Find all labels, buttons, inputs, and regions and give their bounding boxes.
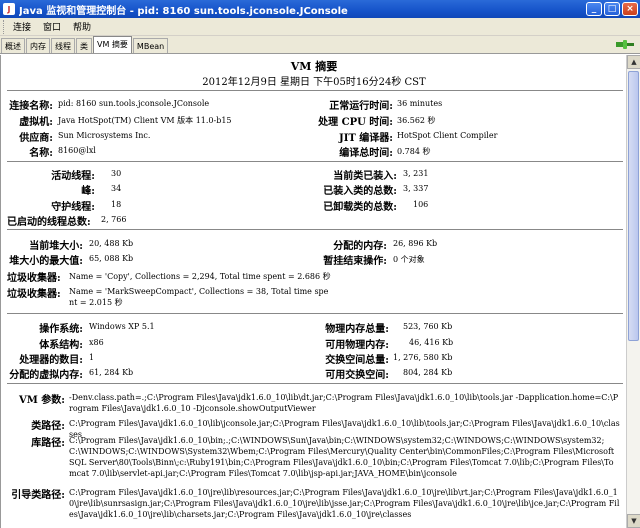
swap-total-label: 交换空间总量: (325, 355, 389, 366)
os-label: 操作系统: (39, 324, 83, 335)
summary-datetime: 2012年12月9日 星期日 下午05时16分24秒 CST (202, 77, 426, 88)
heap-max-value: 65, 088 Kb (89, 254, 134, 263)
close-button[interactable]: × (622, 2, 638, 16)
compile-time-value: 0.784 秒 (397, 147, 431, 156)
pending-finalization-value: 0 个对象 (393, 255, 425, 264)
uptime-value: 36 minutes (397, 99, 443, 108)
unloaded-value: 106 (413, 200, 429, 209)
processors-label: 处理器的数目: (19, 355, 83, 366)
menu-connection[interactable]: 连接 (7, 20, 37, 33)
uptime-label: 正常运行时间: (329, 101, 393, 112)
vm-label: 虚拟机: (19, 117, 53, 128)
gc1-value: Name = 'Copy', Collections = 2,294, Tota… (69, 272, 331, 281)
vertical-scrollbar[interactable]: ▲ ▼ (626, 55, 640, 528)
divider (7, 313, 623, 314)
total-loaded-value: 3, 337 (403, 184, 429, 193)
loaded-classes-value: 3, 231 (403, 169, 429, 178)
architecture-value: x86 (89, 338, 104, 347)
divider (7, 383, 623, 384)
classpath-label: 类路径: (31, 421, 65, 432)
pending-finalization-label: 暂挂结束操作: (323, 256, 387, 267)
tab-mbean[interactable]: MBean (132, 38, 169, 53)
peak-label: 峰: (81, 186, 95, 197)
swap-free-value: 804, 284 Kb (403, 368, 453, 377)
menu-bar: 连接 窗口 帮助 (0, 18, 640, 36)
library-path-value: C:\Program Files\Java\jdk1.6.0_10\bin;.;… (69, 436, 615, 478)
name-label: 名称: (29, 148, 53, 159)
scroll-thumb[interactable] (628, 71, 639, 341)
boot-classpath-value: C:\Program Files\Java\jdk1.6.0_10\jre\li… (69, 488, 620, 519)
live-threads-label: 活动线程: (51, 171, 95, 182)
gc2-label: 垃圾收集器: (7, 289, 61, 300)
connection-name-value: pid: 8160 sun.tools.jconsole.JConsole (58, 99, 210, 108)
unloaded-label: 已卸载类的总数: (323, 202, 397, 213)
summary-title: VM 摘要 (290, 60, 338, 73)
virtual-memory-value: 61, 284 Kb (89, 368, 134, 377)
menu-window[interactable]: 窗口 (37, 20, 67, 33)
physical-total-label: 物理内存总量: (325, 324, 389, 335)
tab-threads[interactable]: 线程 (51, 38, 75, 53)
swap-total-value: 1, 276, 580 Kb (393, 353, 453, 362)
total-started-label: 已启动的线程总数: (7, 217, 91, 228)
daemon-threads-value: 18 (111, 200, 122, 209)
vendor-value: Sun Microsystems Inc. (58, 131, 151, 140)
virtual-memory-label: 分配的虚拟内存: (9, 370, 83, 381)
connection-status-icon[interactable] (616, 39, 634, 50)
tab-vm-summary[interactable]: VM 摘要 (93, 36, 132, 53)
java-icon: J (3, 3, 15, 15)
gc2-value: Name = 'MarkSweepCompact', Collections =… (69, 287, 329, 307)
physical-free-value: 46, 416 Kb (409, 338, 454, 347)
minimize-button[interactable]: _ (586, 2, 602, 16)
physical-total-value: 523, 760 Kb (403, 322, 453, 331)
live-threads-value: 30 (111, 169, 122, 178)
processors-value: 1 (89, 353, 95, 362)
divider (7, 90, 623, 91)
cpu-time-value: 36.562 秒 (397, 116, 436, 125)
swap-free-label: 可用交换空间: (325, 370, 389, 381)
os-value: Windows XP 5.1 (89, 322, 155, 331)
name-value: 8160@lxl (58, 146, 96, 155)
peak-value: 34 (111, 184, 122, 193)
vm-value: Java HotSpot(TM) Client VM 版本 11.0-b15 (58, 116, 232, 125)
vendor-label: 供应商: (19, 133, 53, 144)
cpu-time-label: 处理 CPU 时间: (318, 117, 393, 128)
menu-help[interactable]: 帮助 (67, 20, 97, 33)
connection-name-label: 连接名称: (9, 101, 53, 112)
vm-args-value: -Denv.class.path=.;C:\Program Files\Java… (69, 393, 619, 413)
jit-label: JIT 编译器: (338, 133, 393, 144)
library-path-label: 库路径: (31, 438, 65, 449)
vm-args-label: VM 参数: (18, 395, 65, 406)
committed-memory-label: 分配的内存: (333, 241, 387, 252)
tab-classes[interactable]: 类 (76, 38, 92, 53)
window-title: Java 监视和管理控制台 - pid: 8160 sun.tools.jcon… (19, 5, 348, 17)
maximize-button[interactable]: □ (604, 2, 620, 16)
total-loaded-label: 已装入类的总数: (323, 186, 397, 197)
boot-classpath-label: 引导类路径: (11, 490, 65, 501)
total-started-value: 2, 766 (101, 215, 127, 224)
tab-memory[interactable]: 内存 (26, 38, 50, 53)
tab-bar: 概述 内存 线程 类 VM 摘要 MBean (0, 36, 640, 54)
committed-memory-value: 26, 896 Kb (393, 239, 438, 248)
heap-size-label: 当前堆大小: (29, 241, 83, 252)
compile-time-label: 编译总时间: (339, 148, 393, 159)
heap-size-value: 20, 488 Kb (89, 239, 134, 248)
vm-summary-panel: VM 摘要 2012年12月9日 星期日 下午05时16分24秒 CST 连接名… (0, 55, 626, 528)
title-bar: J Java 监视和管理控制台 - pid: 8160 sun.tools.jc… (0, 0, 640, 18)
loaded-classes-label: 当前类已装入: (333, 171, 397, 182)
architecture-label: 体系结构: (39, 340, 83, 351)
jit-value: HotSpot Client Compiler (397, 131, 498, 140)
scroll-down-arrow-icon[interactable]: ▼ (627, 514, 640, 528)
tab-overview[interactable]: 概述 (1, 38, 25, 53)
divider (7, 229, 623, 230)
heap-max-label: 堆大小的最大值: (9, 256, 83, 267)
physical-free-label: 可用物理内存: (325, 340, 389, 351)
scroll-up-arrow-icon[interactable]: ▲ (627, 55, 640, 69)
divider (7, 161, 623, 162)
gc1-label: 垃圾收集器: (7, 273, 61, 284)
daemon-threads-label: 守护线程: (51, 202, 95, 213)
